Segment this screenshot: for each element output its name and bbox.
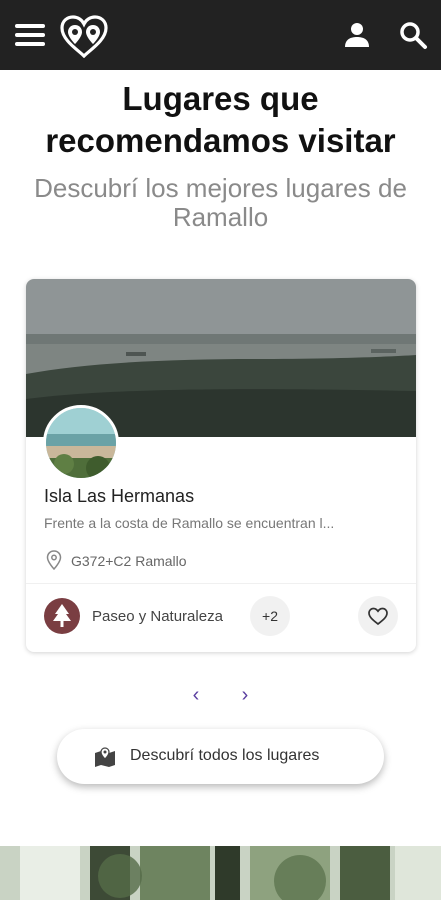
place-card[interactable]: Isla Las Hermanas Frente a la costa de R…	[26, 279, 416, 652]
more-categories-button[interactable]: +2	[250, 596, 290, 636]
logo[interactable]	[58, 14, 110, 58]
map-marker-icon	[95, 747, 115, 767]
place-thumbnail	[43, 405, 119, 481]
chevron-right-icon[interactable]: ›	[234, 684, 256, 706]
place-description: Frente a la costa de Ramallo se encuentr…	[44, 515, 335, 531]
discover-all-button[interactable]: Descubrí todos los lugares	[57, 729, 384, 784]
user-icon[interactable]	[343, 21, 371, 49]
discover-all-label: Descubrí todos los lugares	[130, 747, 320, 764]
section-title: Lugares que recomendamos visitar	[45, 80, 396, 159]
category-badge[interactable]	[44, 598, 80, 634]
favorite-button[interactable]	[358, 596, 398, 636]
search-icon[interactable]	[398, 20, 428, 50]
map-pin-icon	[46, 550, 62, 570]
chevron-left-icon[interactable]: ‹	[185, 684, 207, 706]
place-location: G372+C2 Ramallo	[71, 553, 187, 569]
thumbnail-image	[46, 408, 116, 478]
hamburger-menu-icon[interactable]	[15, 24, 47, 50]
top-navbar	[0, 0, 441, 70]
tree-icon	[53, 604, 71, 627]
next-section-image	[0, 846, 441, 900]
category-label[interactable]: Paseo y Naturaleza	[92, 608, 223, 625]
heart-outline-icon	[368, 607, 388, 626]
place-name[interactable]: Isla Las Hermanas	[44, 486, 194, 507]
section-subtitle: Descubrí los mejores lugares de Ramallo	[34, 173, 407, 232]
card-divider	[26, 583, 416, 584]
